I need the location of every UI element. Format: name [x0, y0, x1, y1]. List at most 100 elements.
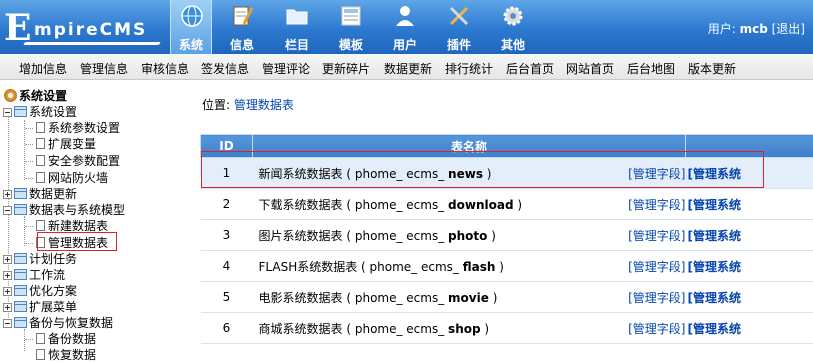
document-icon	[36, 155, 45, 166]
document-icon	[36, 333, 45, 344]
highlight-box	[37, 232, 117, 251]
expand-icon[interactable]	[3, 271, 12, 280]
tree-item-backup-data[interactable]: 备份数据	[36, 331, 96, 347]
folder-icon	[14, 204, 27, 215]
subnav-add-info[interactable]: 增加信息	[19, 60, 67, 77]
folder-icon	[14, 301, 27, 312]
collapse-icon[interactable]	[3, 206, 12, 215]
tree-folder-backup-restore[interactable]: 备份与恢复数据	[3, 315, 113, 331]
breadcrumb-link[interactable]: 管理数据表	[234, 98, 294, 112]
row-ops: [管理系统	[686, 282, 813, 313]
user-info: 用户: mcb [退出]	[708, 20, 805, 37]
collapse-icon[interactable]	[3, 108, 12, 117]
tree-branch	[25, 226, 33, 227]
folder-icon	[14, 106, 27, 117]
subnav-manage-info[interactable]: 管理信息	[80, 60, 128, 77]
top-nav-user[interactable]: 用户	[384, 0, 426, 54]
top-nav-system[interactable]: 系统	[170, 0, 212, 54]
sidebar-tree: 系统设置 系统设置 系统参数设置 扩展变量 安全参数配置 网站防火墙 数据更新 …	[0, 80, 188, 351]
manage-system-link[interactable]: [管理系统	[688, 229, 742, 243]
subnav-version-update[interactable]: 版本更新	[688, 60, 736, 77]
top-nav-template[interactable]: 模板	[330, 0, 372, 54]
folder-icon	[285, 4, 309, 28]
top-nav-label: 模板	[330, 36, 372, 53]
subnav-update-fragment[interactable]: 更新碎片	[322, 60, 370, 77]
tree-folder-workflow[interactable]: 工作流	[3, 267, 65, 283]
subnav-audit-info[interactable]: 审核信息	[141, 60, 189, 77]
subnav-sign-info[interactable]: 签发信息	[201, 60, 249, 77]
subnav-admin-map[interactable]: 后台地图	[627, 60, 675, 77]
tree-item-restore-data[interactable]: 恢复数据	[36, 347, 96, 363]
top-nav-label: 系统	[171, 36, 211, 53]
tree-folder-ext-menu[interactable]: 扩展菜单	[3, 299, 77, 315]
folder-icon	[14, 285, 27, 296]
expand-icon[interactable]	[3, 303, 12, 312]
table-row: 6 商城系统数据表 ( phome_ ecms_ shop ) [管理字段] […	[201, 313, 813, 344]
expand-icon[interactable]	[3, 287, 12, 296]
gear-icon	[501, 4, 525, 28]
table-row: 3 图片系统数据表 ( phome_ ecms_ photo ) [管理字段] …	[201, 220, 813, 251]
tree-folder-optimization[interactable]: 优化方案	[3, 283, 77, 299]
table-row: 5 电影系统数据表 ( phome_ ecms_ movie ) [管理字段] …	[201, 282, 813, 313]
main-content: 位置: 管理数据表 ID 表名称 管理 1 新闻系统数据表 ( phome_ e…	[188, 80, 813, 351]
expand-icon[interactable]	[3, 190, 12, 199]
manage-system-link[interactable]: [管理系统	[688, 322, 742, 336]
manage-system-link[interactable]: [管理系统	[688, 198, 742, 212]
tree-item-system-params[interactable]: 系统参数设置	[36, 120, 120, 136]
manage-fields-link[interactable]: [管理字段]	[628, 196, 685, 213]
subnav-admin-home[interactable]: 后台首页	[506, 60, 554, 77]
tree-item-ext-vars[interactable]: 扩展变量	[36, 136, 96, 152]
tree-folder-scheduled-tasks[interactable]: 计划任务	[3, 251, 77, 267]
manage-fields-link[interactable]: [管理字段]	[628, 320, 685, 337]
row-id: 3	[201, 220, 253, 251]
row-id: 5	[201, 282, 253, 313]
user-icon	[393, 4, 417, 28]
tree-branch	[25, 178, 33, 179]
tree-folder-data-tables[interactable]: 数据表与系统模型	[3, 202, 125, 218]
manage-system-link[interactable]: [管理系统	[688, 260, 742, 274]
subnav-site-home[interactable]: 网站首页	[566, 60, 614, 77]
subnav-ranking[interactable]: 排行统计	[445, 60, 493, 77]
manage-fields-link[interactable]: [管理字段]	[628, 289, 685, 306]
row-id: 6	[201, 313, 253, 344]
user-name: mcb	[740, 22, 768, 36]
notepad-icon	[230, 4, 254, 28]
row-name: 图片系统数据表 ( phome_ ecms_ photo ) [管理字段]	[253, 220, 686, 251]
folder-icon	[14, 253, 27, 264]
row-ops: [管理系统	[686, 189, 813, 220]
document-icon	[36, 172, 45, 183]
row-id: 2	[201, 189, 253, 220]
row-name: 商城系统数据表 ( phome_ ecms_ shop ) [管理字段]	[253, 313, 686, 344]
top-nav-info[interactable]: 信息	[221, 0, 263, 54]
subnav-manage-comment[interactable]: 管理评论	[262, 60, 310, 77]
expand-icon[interactable]	[3, 255, 12, 264]
top-nav-plugin[interactable]: 插件	[438, 0, 480, 54]
tree-branch	[25, 144, 33, 145]
top-header: E mpireCMS 系统 信息 栏目 模板	[0, 0, 813, 54]
row-name: FLASH系统数据表 ( phome_ ecms_ flash ) [管理字段]	[253, 251, 686, 282]
tree-folder-data-update[interactable]: 数据更新	[3, 186, 77, 202]
manage-system-link[interactable]: [管理系统	[688, 291, 742, 305]
manage-fields-link[interactable]: [管理字段]	[628, 227, 685, 244]
collapse-icon[interactable]	[3, 319, 12, 328]
globe-icon	[180, 4, 204, 28]
manage-fields-link[interactable]: [管理字段]	[628, 258, 685, 275]
top-nav-other[interactable]: 其他	[492, 0, 534, 54]
sidebar-title: 系统设置	[4, 88, 67, 104]
tree-branch	[25, 243, 33, 244]
tree-item-security-params[interactable]: 安全参数配置	[36, 153, 120, 169]
top-nav-column[interactable]: 栏目	[276, 0, 318, 54]
tools-icon	[447, 4, 471, 28]
tree-item-firewall[interactable]: 网站防火墙	[36, 170, 108, 186]
tree-folder-system-settings[interactable]: 系统设置	[3, 104, 77, 120]
folder-icon	[14, 317, 27, 328]
folder-icon	[14, 188, 27, 199]
tree-branch	[25, 161, 33, 162]
subnav-data-update[interactable]: 数据更新	[384, 60, 432, 77]
logout-link[interactable]: [退出]	[772, 22, 805, 36]
logo-text: mpireCMS	[34, 20, 147, 40]
sub-nav: 增加信息 管理信息 审核信息 签发信息 管理评论 更新碎片 数据更新 排行统计 …	[0, 54, 813, 80]
row-name: 下载系统数据表 ( phome_ ecms_ download ) [管理字段]	[253, 189, 686, 220]
top-nav-label: 用户	[384, 36, 426, 53]
tree-connector	[24, 329, 25, 351]
